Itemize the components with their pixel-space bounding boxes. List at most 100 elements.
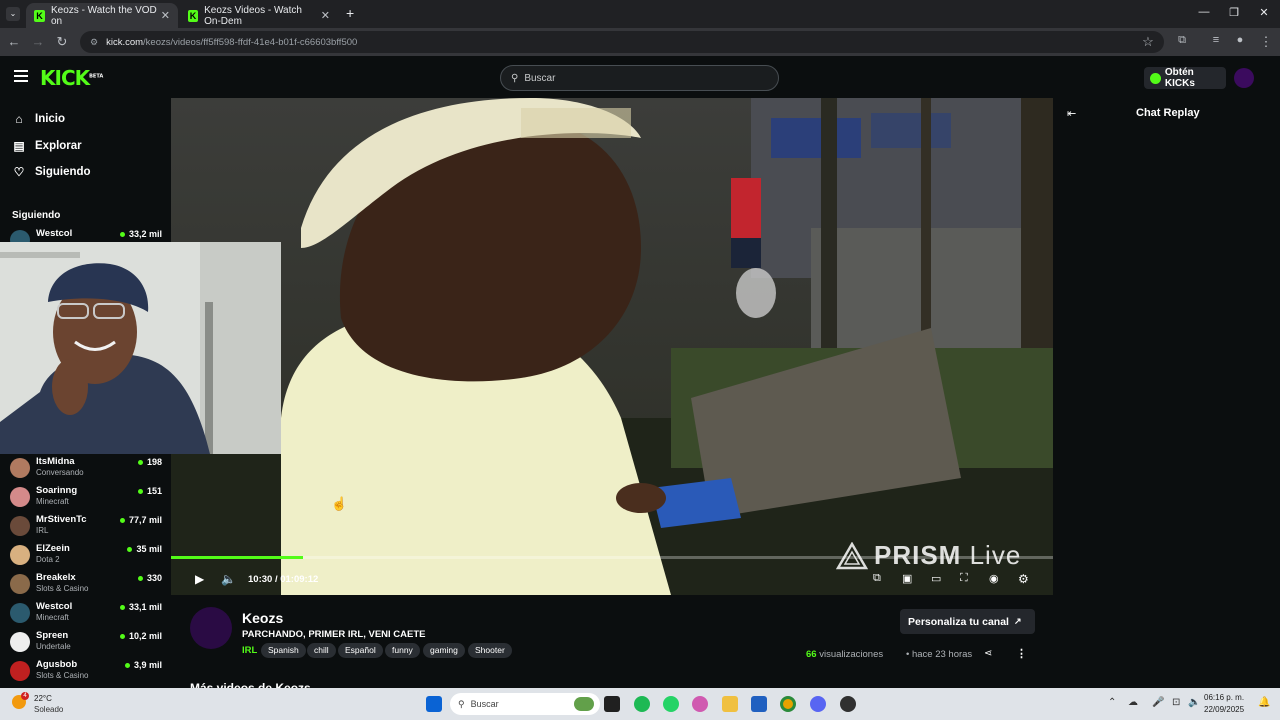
channel-name[interactable]: Keozs — [242, 610, 283, 626]
extensions-icon[interactable]: ⧉ — [1172, 34, 1192, 47]
weather-condition: Soleado — [34, 705, 64, 714]
channel-row[interactable]: Agusbob Slots & Casino 3,9 mil — [10, 657, 162, 685]
miniplayer-icon[interactable]: ⧉ — [873, 572, 881, 585]
system-clock[interactable]: 06:16 p. m. 22/09/2025 — [1204, 692, 1244, 716]
channel-row[interactable]: Soarinng Minecraft 151 — [10, 483, 162, 511]
channel-row-viewers: 77,7 mil — [119, 515, 162, 525]
widgets-icon[interactable] — [574, 697, 594, 711]
view-count: 66 visualizaciones — [806, 649, 883, 660]
webcam-overlay — [0, 242, 281, 454]
play-icon[interactable]: ▶ — [195, 572, 204, 586]
video-player[interactable]: ☝ — [171, 98, 1053, 595]
channel-row[interactable]: MrStivenTc IRL 77,7 mil — [10, 512, 162, 540]
spotify-icon[interactable] — [634, 696, 650, 712]
tag-spanish[interactable]: Spanish — [261, 643, 306, 658]
url-field[interactable]: ⚙ kick.com/keozs/videos/ff5ff598-ffdf-41… — [80, 31, 1164, 53]
maximize-icon[interactable]: ❐ — [1220, 6, 1248, 19]
back-icon[interactable]: ← — [4, 34, 24, 49]
volume-icon[interactable]: 🔈 — [221, 572, 236, 586]
channel-row-viewers: 151 — [137, 486, 162, 496]
profile-icon[interactable]: ● — [1230, 34, 1250, 46]
whatsapp-icon[interactable] — [663, 696, 679, 712]
close-window-icon[interactable]: ✕ — [1250, 6, 1278, 19]
channel-row-viewers: 3,9 mil — [124, 660, 162, 670]
minimize-icon[interactable]: — — [1190, 6, 1218, 18]
microphone-icon[interactable]: 🎤 — [1152, 697, 1164, 708]
channel-avatar[interactable] — [190, 607, 232, 649]
tab-keozs-videos[interactable]: K Keozs Videos - Watch On-Dem ✕ — [180, 3, 338, 28]
channel-avatar — [10, 632, 30, 652]
volume-icon[interactable]: 🔈 — [1188, 697, 1200, 708]
channel-row-name: ElZeein — [36, 543, 70, 554]
live-dot-icon — [127, 547, 133, 553]
search-input[interactable]: ⚲ Buscar — [500, 65, 779, 91]
channel-avatar — [10, 574, 30, 594]
fullscreen-icon[interactable]: ⛶ — [960, 572, 968, 585]
kick-logo[interactable]: KICKBETA — [40, 66, 103, 90]
channel-row-name: Agusbob — [36, 659, 78, 670]
close-tab-icon[interactable]: ✕ — [321, 9, 330, 22]
discord-icon[interactable] — [810, 696, 826, 712]
channel-row-viewers: 198 — [137, 457, 162, 467]
cloud-icon[interactable]: ☁ — [1128, 697, 1138, 708]
live-dot-icon — [124, 663, 130, 669]
media-controls-icon[interactable]: ≡ — [1206, 34, 1226, 46]
channel-row[interactable]: ItsMidna Conversando 198 — [10, 454, 162, 482]
settings-gear-icon[interactable]: ⚙ — [1018, 572, 1029, 586]
tab-keozs-vod[interactable]: K Keozs - Watch the VOD on ✕ — [26, 3, 178, 28]
tag-espanol[interactable]: Español — [338, 643, 383, 658]
sidebar-item-label: Explorar — [35, 140, 82, 152]
sidebar-item-explorar[interactable]: ▤ Explorar — [12, 136, 82, 156]
file-explorer-icon[interactable] — [722, 696, 738, 712]
url-path: /keozs/videos/ff5ff598-ffdf-41e4-b01f-c6… — [143, 36, 358, 48]
channel-row[interactable]: Westcol Minecraft 33,1 mil — [10, 599, 162, 627]
video-progress-bar[interactable] — [171, 556, 1053, 559]
notifications-icon[interactable]: 🔔 — [1258, 697, 1270, 708]
playback-speed-icon[interactable]: ◉ — [989, 572, 999, 585]
browser-menu-icon[interactable]: ⋮ — [1256, 34, 1276, 50]
menu-icon[interactable] — [14, 70, 28, 82]
get-kicks-button[interactable]: Obtén KICKs — [1144, 67, 1226, 89]
task-view-icon[interactable] — [604, 696, 620, 712]
sidebar-item-siguiendo[interactable]: ♡ Siguiendo — [12, 162, 91, 182]
tray-chevron-icon[interactable]: ⌃ — [1108, 697, 1116, 708]
home-icon: ⌂ — [15, 112, 23, 126]
store-icon[interactable] — [751, 696, 767, 712]
share-icon[interactable]: ⋖ — [984, 648, 992, 659]
network-icon[interactable]: ⊡ — [1172, 697, 1180, 708]
site-info-icon[interactable]: ⚙ — [90, 37, 98, 48]
channel-row[interactable]: Breakelx Slots & Casino 330 — [10, 570, 162, 598]
theater-mode-icon[interactable]: ▭ — [931, 572, 941, 585]
reload-icon[interactable]: ↻ — [52, 34, 72, 50]
channel-row-name: Westcol — [36, 228, 73, 239]
collapse-chat-icon[interactable]: ⇤ — [1067, 107, 1076, 120]
windows-start-icon[interactable] — [426, 696, 442, 712]
chrome-icon[interactable] — [780, 696, 796, 712]
sidebar-item-label: Siguiendo — [35, 166, 91, 178]
stream-category[interactable]: IRL — [242, 645, 257, 656]
tab-search-button[interactable]: ⌄ — [6, 7, 20, 21]
channel-avatar — [10, 603, 30, 623]
live-dot-icon — [137, 460, 143, 466]
external-link-icon: ↗ — [1013, 616, 1022, 626]
forward-icon[interactable]: → — [28, 34, 48, 49]
copilot-icon[interactable] — [692, 696, 708, 712]
obs-icon[interactable] — [840, 696, 856, 712]
tag-shooter[interactable]: Shooter — [468, 643, 512, 658]
channel-row[interactable]: Spreen Undertale 10,2 mil — [10, 628, 162, 656]
customize-channel-button[interactable]: Personaliza tu canal ↗ — [900, 609, 1035, 634]
tag-funny[interactable]: funny — [385, 643, 420, 658]
channel-row[interactable]: ElZeein Dota 2 35 mil — [10, 541, 162, 569]
views-label: visualizaciones — [819, 649, 884, 660]
user-avatar[interactable] — [1234, 68, 1254, 88]
sidebar-item-inicio[interactable]: ⌂ Inicio — [12, 109, 65, 129]
clip-icon[interactable]: ▣ — [902, 572, 912, 585]
browser-address-bar: ← → ↻ ⚙ kick.com/keozs/videos/ff5ff598-f… — [0, 28, 1280, 56]
more-options-icon[interactable]: ⋮ — [1016, 647, 1027, 660]
bookmark-star-icon[interactable]: ☆ — [1138, 34, 1158, 50]
close-tab-icon[interactable]: ✕ — [161, 9, 170, 22]
tag-chill[interactable]: chill — [307, 643, 336, 658]
channel-row-category: Dota 2 — [36, 555, 60, 564]
new-tab-button[interactable]: + — [346, 5, 354, 21]
tag-gaming[interactable]: gaming — [423, 643, 465, 658]
